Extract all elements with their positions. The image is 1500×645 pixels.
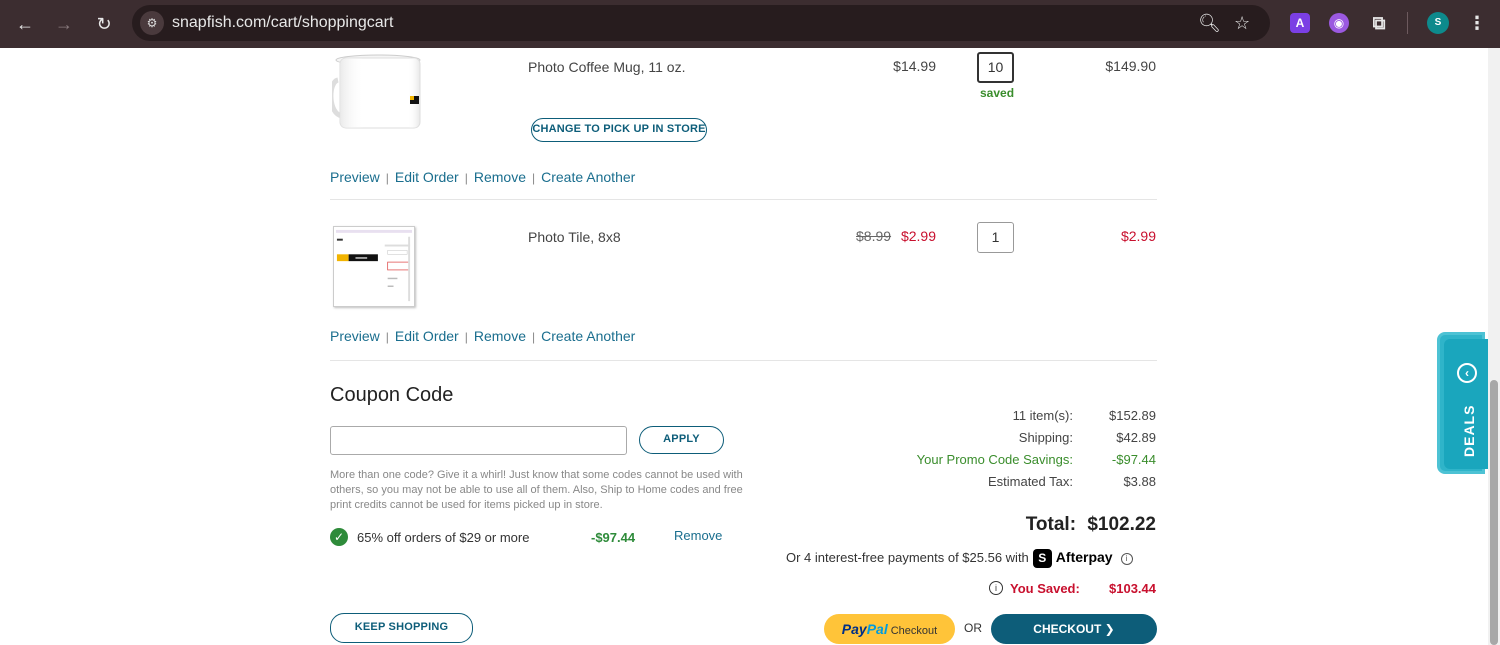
summary-value: -$97.44 bbox=[1111, 452, 1156, 467]
edit-order-link[interactable]: Edit Order bbox=[395, 328, 459, 344]
forward-icon[interactable]: → bbox=[52, 12, 76, 36]
you-saved-value: $103.44 bbox=[1109, 581, 1156, 596]
create-another-link[interactable]: Create Another bbox=[541, 169, 635, 185]
remove-coupon-link[interactable]: Remove bbox=[674, 528, 722, 543]
item-divider bbox=[330, 199, 1157, 200]
paypal-checkout-label: Checkout bbox=[890, 625, 938, 637]
separator: | bbox=[385, 171, 389, 185]
order-total: Total: $102.22 bbox=[956, 514, 1156, 536]
site-info-icon[interactable]: ⚙ bbox=[140, 11, 164, 35]
separator: | bbox=[532, 171, 536, 185]
summary-label: 11 item(s): bbox=[1012, 408, 1073, 423]
browser-toolbar: ← → ↻ ⚙ snapfish.com/cart/shoppingcart 🔍… bbox=[0, 0, 1500, 48]
separator: | bbox=[464, 171, 468, 185]
summary-value: $152.89 bbox=[1109, 408, 1156, 423]
edit-order-link[interactable]: Edit Order bbox=[395, 169, 459, 185]
item-name[interactable]: Photo Tile, 8x8 bbox=[528, 229, 621, 245]
separator: | bbox=[385, 330, 389, 344]
item-price: $14.99 bbox=[893, 58, 936, 74]
you-saved-label: You Saved: bbox=[1010, 581, 1080, 596]
extension-a-icon[interactable]: A bbox=[1290, 13, 1310, 33]
toolbar-divider bbox=[1407, 12, 1408, 34]
afterpay-offer: Or 4 interest-free payments of $25.56 wi… bbox=[786, 549, 1166, 569]
preview-link[interactable]: Preview bbox=[330, 169, 380, 185]
summary-row-promo-savings: Your Promo Code Savings: -$97.44 bbox=[656, 452, 1156, 472]
or-separator: OR bbox=[964, 621, 982, 635]
change-to-pickup-button[interactable]: CHANGE TO PICK UP IN STORE bbox=[531, 118, 707, 142]
coupon-heading: Coupon Code bbox=[330, 384, 454, 406]
remove-link[interactable]: Remove bbox=[474, 169, 526, 185]
line-total: $2.99 bbox=[1120, 228, 1156, 244]
info-icon[interactable]: i bbox=[989, 581, 1003, 595]
applied-coupon-amount: -$97.44 bbox=[591, 530, 636, 545]
you-saved: i You Saved: $103.44 bbox=[870, 580, 1156, 598]
summary-row-shipping: Shipping: $42.89 bbox=[656, 430, 1156, 450]
remove-link[interactable]: Remove bbox=[474, 328, 526, 344]
afterpay-logo-icon: S bbox=[1032, 549, 1052, 569]
address-bar[interactable]: ⚙ snapfish.com/cart/shoppingcart 🔍︎ ☆ bbox=[132, 5, 1270, 41]
separator: | bbox=[532, 330, 536, 344]
coupon-code-input[interactable] bbox=[330, 426, 627, 455]
mug-thumbnail[interactable] bbox=[332, 52, 422, 132]
applied-coupon-description: 65% off orders of $29 or more bbox=[357, 530, 530, 545]
extension-b-icon[interactable]: ◉ bbox=[1329, 13, 1349, 33]
sale-price: $2.99 bbox=[900, 228, 936, 244]
item-actions: Preview | Edit Order | Remove | Create Another bbox=[330, 169, 635, 185]
quantity-input[interactable]: 1 bbox=[977, 222, 1014, 253]
paypal-logo-pal: Pal bbox=[866, 621, 888, 637]
summary-value: $42.89 bbox=[1116, 430, 1156, 445]
summary-row-tax: Estimated Tax: $3.88 bbox=[656, 474, 1156, 494]
reload-icon[interactable]: ↻ bbox=[92, 12, 116, 36]
afterpay-text: Or 4 interest-free payments of $25.56 wi… bbox=[786, 550, 1029, 565]
summary-row-items: 11 item(s): $152.89 bbox=[656, 408, 1156, 428]
summary-value: $3.88 bbox=[1123, 474, 1156, 489]
profile-avatar[interactable]: S bbox=[1427, 12, 1449, 34]
separator: | bbox=[464, 330, 468, 344]
total-value: $102.22 bbox=[1087, 514, 1156, 535]
afterpay-name: Afterpay bbox=[1055, 549, 1113, 565]
create-another-link[interactable]: Create Another bbox=[541, 328, 635, 344]
item-price-group: $8.99 $2.99 bbox=[836, 228, 936, 244]
item-actions: Preview | Edit Order | Remove | Create Another bbox=[330, 328, 635, 344]
bookmark-star-icon[interactable]: ☆ bbox=[1234, 12, 1250, 34]
quantity-input[interactable]: 10 bbox=[977, 52, 1014, 83]
applied-coupon: ✓ 65% off orders of $29 or more -$97.44 … bbox=[330, 528, 730, 548]
browser-menu-icon[interactable]: ⋮ bbox=[1467, 13, 1487, 33]
deals-tab-inner: ‹ DEALS bbox=[1444, 339, 1488, 469]
quantity-saved-status: saved bbox=[980, 86, 1015, 100]
scrollbar-thumb[interactable] bbox=[1490, 380, 1498, 645]
summary-label: Estimated Tax: bbox=[987, 474, 1073, 489]
paypal-checkout-button[interactable]: PayPal Checkout bbox=[824, 614, 955, 644]
total-label: Total: bbox=[1025, 514, 1077, 535]
url-text[interactable]: snapfish.com/cart/shoppingcart bbox=[172, 13, 393, 33]
chevron-left-circle-icon: ‹ bbox=[1457, 363, 1477, 383]
extensions-puzzle-icon[interactable]: ⧉ bbox=[1369, 13, 1389, 33]
summary-label: Your Promo Code Savings: bbox=[916, 452, 1073, 467]
line-total: $149.90 bbox=[1105, 58, 1156, 74]
preview-link[interactable]: Preview bbox=[330, 328, 380, 344]
photo-tile-thumbnail[interactable] bbox=[333, 226, 415, 307]
summary-label: Shipping: bbox=[1018, 430, 1073, 445]
deals-side-tab[interactable]: ‹ DEALS bbox=[1437, 332, 1488, 474]
paypal-logo-pay: Pay bbox=[841, 621, 867, 637]
section-divider bbox=[330, 360, 1157, 361]
check-circle-icon: ✓ bbox=[330, 528, 348, 546]
original-price: $8.99 bbox=[856, 228, 892, 244]
keep-shopping-button[interactable]: KEEP SHOPPING bbox=[330, 613, 473, 643]
item-name[interactable]: Photo Coffee Mug, 11 oz. bbox=[528, 59, 685, 75]
info-icon[interactable]: i bbox=[1120, 552, 1133, 565]
back-icon[interactable]: ← bbox=[13, 12, 37, 36]
deals-tab-label: DEALS bbox=[1461, 404, 1477, 457]
zoom-icon[interactable]: 🔍︎ bbox=[1198, 12, 1221, 34]
checkout-button[interactable]: CHECKOUT ❯ bbox=[991, 614, 1157, 644]
